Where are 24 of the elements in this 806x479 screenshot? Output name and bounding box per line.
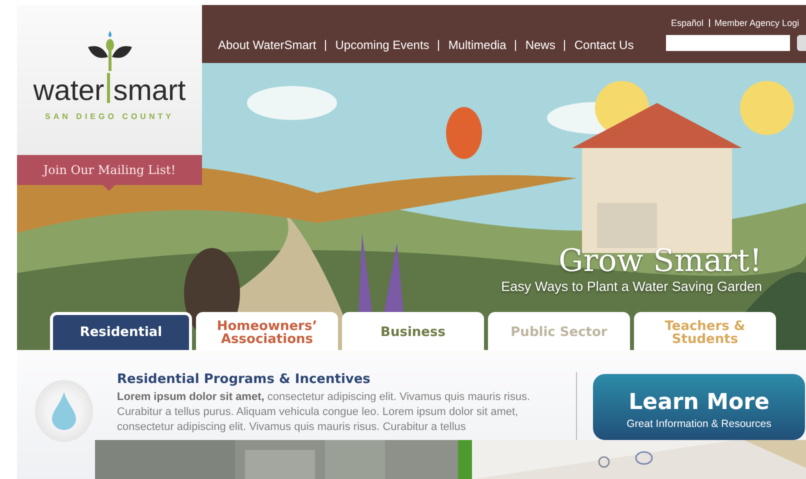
logo-text: water (33, 79, 104, 103)
nav-link[interactable]: About WaterSmart (218, 40, 326, 51)
utility-link[interactable]: Member Agency Logi (708, 19, 804, 27)
section-title: Residential Programs & Incentives (117, 372, 372, 387)
water-drop-icon (51, 391, 77, 431)
learn-more-button[interactable]: Learn More Great Information & Resources (593, 374, 805, 440)
utility-link[interactable]: Español (666, 19, 709, 27)
sprout-icon (86, 29, 134, 71)
mailing-list-button[interactable]: Join Our Mailing List! (17, 155, 202, 185)
hero-subtitle: Easy Ways to Plant a Water Saving Garden (501, 279, 762, 294)
hero-title: Grow Smart! (558, 243, 762, 279)
category-tab[interactable]: Business (342, 312, 484, 350)
logo-tagline: SAN DIEGO COUNTY (45, 112, 174, 121)
logo-text: smart (113, 79, 186, 103)
nav-link[interactable]: News (515, 40, 564, 51)
search-field[interactable] (666, 35, 790, 51)
nav-link[interactable]: Contact Us (564, 40, 643, 51)
nav-link[interactable]: Multimedia (438, 40, 516, 51)
category-tab[interactable]: Homeowners’ Associations (196, 312, 338, 350)
category-tab[interactable]: Residential (50, 312, 192, 350)
nav-link[interactable]: Upcoming Events (325, 40, 438, 51)
search-button[interactable] (797, 35, 806, 51)
section-paragraph: Lorem ipsum dolor sit amet, consectetur adipiscing elit. Vivamus quis mauris risus. Curabitur a tellus purus. Aliquam vehicula congue leo. Lorem ipsum dolor sit amet, consectetur adipiscing elit. Vivamus quis mauris risus. Curabitur a tellus (117, 390, 532, 435)
pointer-icon (103, 185, 115, 191)
